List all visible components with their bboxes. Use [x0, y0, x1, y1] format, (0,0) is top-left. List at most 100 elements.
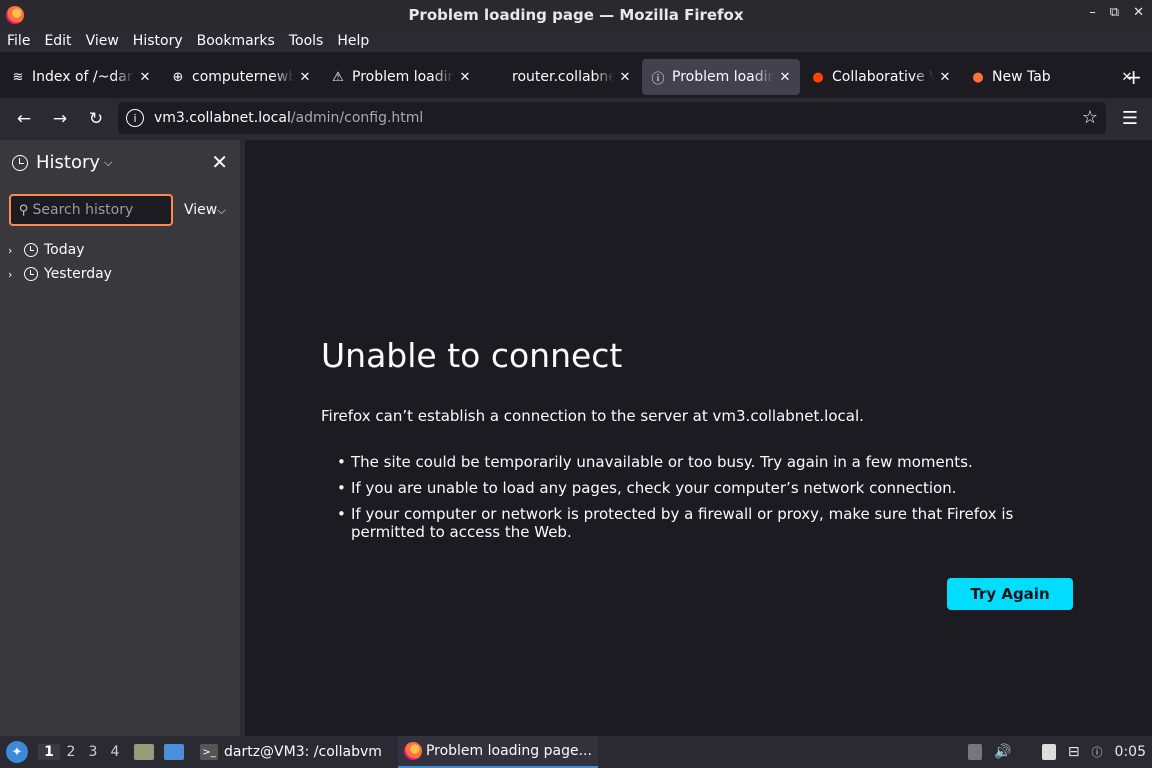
sidebar-title: History: [36, 152, 101, 173]
firefox-icon: [6, 6, 24, 24]
close-tab-icon[interactable]: ✕: [458, 70, 472, 85]
list-item: The site could be temporarily unavailabl…: [337, 453, 1027, 471]
url-path: /admin/config.html: [290, 110, 424, 126]
notification-icon[interactable]: ⓘ: [1092, 744, 1103, 760]
start-menu-icon[interactable]: ✦: [6, 741, 28, 763]
task-firefox[interactable]: Problem loading page...: [397, 736, 598, 768]
clock-icon: [24, 267, 38, 281]
tab-label: Collaborative Virtual Machine: [832, 69, 934, 85]
chevron-down-icon: ⌵: [217, 204, 226, 217]
minimize-button[interactable]: –: [1089, 5, 1096, 20]
menu-view[interactable]: View: [86, 33, 119, 49]
blank-favicon: [490, 69, 506, 85]
tab-collaborative-vm[interactable]: ● Collaborative Virtual Machine ✕: [802, 59, 960, 95]
close-tab-icon[interactable]: ✕: [618, 70, 632, 85]
search-history-input[interactable]: [32, 202, 153, 218]
error-title: Unable to connect: [321, 336, 623, 375]
network-icon[interactable]: ⊟: [1068, 744, 1080, 760]
show-desktop-icon[interactable]: [164, 744, 184, 760]
workspace-1[interactable]: 1: [38, 744, 60, 760]
terminal-icon: >_: [200, 744, 218, 760]
clock-icon: [12, 154, 28, 171]
chevron-down-icon: ⌵: [104, 155, 113, 169]
tab-index-of-dartz[interactable]: ≋ Index of /~dartz ✕: [2, 59, 160, 95]
task-label: Problem loading page...: [425, 743, 592, 759]
task-label: dartz@VM3: /collabvm: [224, 744, 382, 760]
tab-router[interactable]: router.collabnet.local ✕: [482, 59, 640, 95]
history-group-today[interactable]: › Today: [8, 238, 112, 262]
tab-problem-loading-active[interactable]: ⓘ Problem loading page ✕: [642, 59, 800, 95]
info-icon: ⓘ: [651, 71, 665, 87]
history-group-label: Today: [44, 242, 85, 258]
chevron-right-icon[interactable]: ›: [8, 268, 22, 281]
workspace-3[interactable]: 3: [82, 744, 104, 760]
tab-problem-loading-1[interactable]: ⚠ Problem loading page ✕: [322, 59, 480, 95]
url-host: vm3.collabnet.local: [154, 110, 291, 126]
history-tree: › Today › Yesterday: [8, 238, 112, 286]
chevron-right-icon[interactable]: ›: [8, 244, 22, 257]
volume-icon[interactable]: 🔊: [994, 744, 1011, 760]
sidebar-switcher[interactable]: History ⌵: [12, 152, 112, 173]
firefox-icon: [403, 742, 422, 760]
url-bar[interactable]: i vm3.collabnet.local /admin/config.html…: [118, 102, 1106, 134]
forward-button[interactable]: →: [42, 103, 78, 135]
menu-history[interactable]: History: [133, 33, 183, 49]
close-sidebar-button[interactable]: ✕: [211, 150, 228, 174]
close-tab-icon[interactable]: ✕: [298, 70, 312, 85]
menu-help[interactable]: Help: [337, 33, 369, 49]
workspace-2[interactable]: 2: [60, 744, 82, 760]
globe-icon: ⊕: [172, 69, 184, 85]
close-tab-icon[interactable]: ✕: [778, 70, 792, 85]
clock-icon: [24, 243, 38, 257]
close-window-button[interactable]: ✕: [1133, 5, 1144, 20]
tab-computernewb[interactable]: ⊕ computernewb.com ✕: [162, 59, 320, 95]
close-tab-icon[interactable]: ✕: [138, 70, 152, 85]
tab-new-tab[interactable]: ● New Tab ✕: [962, 59, 1142, 95]
menu-file[interactable]: File: [7, 33, 30, 49]
stack-icon: ≋: [12, 69, 24, 85]
task-terminal[interactable]: >_ dartz@VM3: /collabvm: [194, 736, 388, 768]
menu-bookmarks[interactable]: Bookmarks: [197, 33, 275, 49]
tab-label: computernewb.com: [192, 69, 294, 85]
error-page: Unable to connect Firefox can’t establis…: [245, 140, 1152, 736]
window-title: Problem loading page — Mozilla Firefox: [408, 6, 744, 24]
reload-button[interactable]: ↻: [78, 103, 114, 135]
firefox-icon: ●: [972, 69, 984, 85]
app-menu-icon[interactable]: ☰: [1122, 108, 1138, 129]
site-info-icon[interactable]: i: [126, 109, 144, 127]
error-description: Firefox can’t establish a connection to …: [321, 407, 864, 425]
tab-label: Problem loading page: [672, 69, 774, 85]
history-sidebar: History ⌵ ✕ ⚲ View⌵ › Today › Yesterday: [0, 140, 240, 736]
back-button[interactable]: ←: [6, 103, 42, 135]
clipboard-icon[interactable]: [1041, 744, 1056, 760]
reddit-icon: ●: [812, 69, 824, 85]
history-group-yesterday[interactable]: › Yesterday: [8, 262, 112, 286]
close-tab-icon[interactable]: ✕: [938, 70, 952, 85]
search-history-box[interactable]: ⚲: [9, 194, 173, 226]
workspace-4[interactable]: 4: [104, 744, 126, 760]
menu-bar: File Edit View History Bookmarks Tools H…: [0, 30, 1152, 52]
maximize-button[interactable]: ⧉: [1110, 5, 1119, 20]
bookmark-star-icon[interactable]: ☆: [1082, 107, 1098, 128]
tab-label: Index of /~dartz: [32, 69, 134, 85]
new-tab-button[interactable]: +: [1125, 65, 1142, 89]
menu-edit[interactable]: Edit: [44, 33, 71, 49]
window-titlebar: Problem loading page — Mozilla Firefox –…: [0, 0, 1152, 30]
menu-tools[interactable]: Tools: [289, 33, 324, 49]
warning-icon: ⚠: [332, 69, 344, 85]
view-menu-button[interactable]: View⌵: [184, 202, 226, 218]
try-again-button[interactable]: Try Again: [947, 578, 1073, 610]
view-label: View: [184, 202, 218, 218]
file-manager-icon[interactable]: [134, 744, 154, 760]
updates-icon[interactable]: [968, 744, 983, 760]
system-tray: 🔊 ⊟ ⓘ 0:05: [968, 736, 1152, 768]
navigation-toolbar: ← → ↻ i vm3.collabnet.local /admin/confi…: [0, 98, 1152, 140]
search-icon: ⚲: [19, 202, 29, 218]
tab-label: Problem loading page: [352, 69, 454, 85]
list-item: If your computer or network is protected…: [337, 505, 1027, 541]
tab-label: router.collabnet.local: [512, 69, 614, 85]
taskbar: ✦ 1 2 3 4 >_ dartz@VM3: /collabvm Proble…: [0, 736, 1152, 768]
list-item: If you are unable to load any pages, che…: [337, 479, 1027, 497]
error-suggestions: The site could be temporarily unavailabl…: [337, 453, 1027, 549]
clock-text[interactable]: 0:05: [1115, 744, 1146, 760]
